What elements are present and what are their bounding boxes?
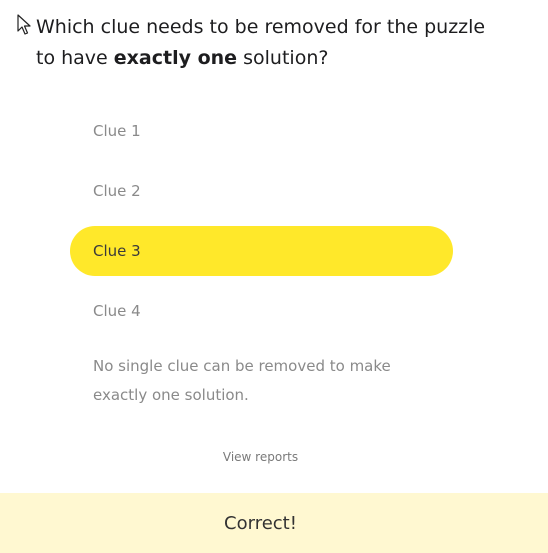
option-label: Clue 1: [93, 122, 141, 140]
view-reports-link[interactable]: View reports: [0, 450, 521, 464]
option-clue-3[interactable]: Clue 3: [70, 226, 453, 276]
option-label: Clue 4: [93, 302, 141, 320]
option-label: Clue 3: [93, 242, 141, 260]
answer-options: Clue 1 Clue 2 Clue 3 Clue 4 No single cl…: [70, 106, 453, 426]
option-clue-4[interactable]: Clue 4: [70, 286, 453, 336]
result-banner: Correct!: [0, 493, 548, 553]
option-clue-1[interactable]: Clue 1: [70, 106, 453, 156]
question-text: Which clue needs to be removed for the p…: [36, 12, 506, 74]
option-no-single-clue[interactable]: No single clue can be removed to make ex…: [70, 346, 453, 416]
puzzle-question-page: Which clue needs to be removed for the p…: [0, 0, 548, 553]
question-text-part2: solution?: [237, 47, 329, 69]
option-label: Clue 2: [93, 182, 141, 200]
mouse-pointer-icon: [17, 14, 31, 35]
question-emphasis: exactly one: [113, 47, 238, 69]
option-label: No single clue can be removed to make ex…: [93, 357, 391, 404]
option-clue-2[interactable]: Clue 2: [70, 166, 453, 216]
result-text: Correct!: [224, 512, 297, 534]
